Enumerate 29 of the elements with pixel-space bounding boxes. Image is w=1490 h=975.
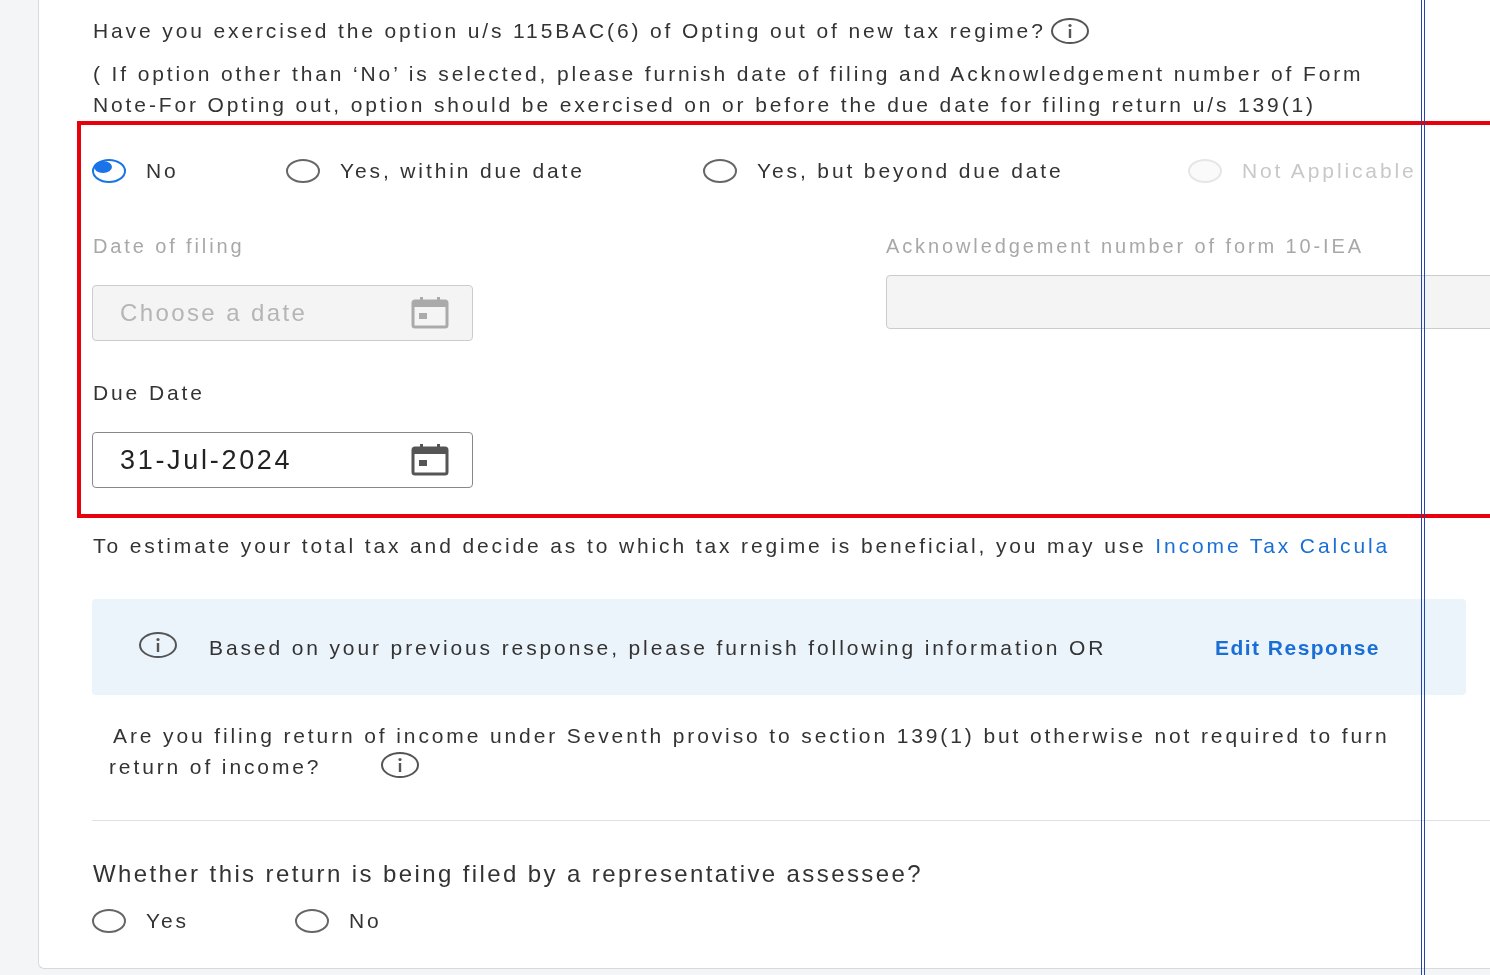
calculator-link[interactable]: Income Tax Calcula — [1155, 534, 1391, 557]
info-icon[interactable] — [380, 751, 420, 779]
radio-button[interactable] — [92, 158, 126, 183]
banner-text: Based on your previous response, please furnish following information OR — [209, 635, 1107, 661]
question-text: return of income? — [109, 754, 322, 780]
question-text: Whether this return is being filed by a representative assessee? — [93, 859, 923, 889]
radio-button[interactable] — [286, 158, 320, 183]
field-label: Due Date — [93, 380, 205, 406]
calendar-icon[interactable] — [410, 443, 450, 477]
info-icon[interactable] — [138, 631, 178, 659]
question-text: Have you exercised the option u/s 115BAC(6) of Opting out of new tax regime? — [93, 18, 1046, 44]
date-field[interactable]: 31-Jul-2024 — [92, 432, 473, 488]
date-field: Choose a date — [92, 285, 473, 341]
estimate-text: To estimate your total tax and decide as to which tax regime is beneficial, you may use — [93, 534, 1148, 557]
field-label: Acknowledgement number of form 10-IEA — [886, 234, 1364, 259]
radio-button[interactable] — [703, 158, 737, 183]
option-label: Yes, within due date — [340, 158, 585, 184]
question-text: Are you filing return of income under Seventh proviso to section 139(1) but otherwise not required to furn — [113, 723, 1390, 749]
note-text: Note-For Opting out, option should be exercised on or before the due date for filing return u/s 139(1) — [93, 92, 1316, 118]
radio-button[interactable] — [295, 908, 329, 933]
option-label: Yes, but beyond due date — [757, 158, 1064, 184]
radio-button[interactable] — [92, 908, 126, 933]
field-label: Date of filing — [93, 234, 245, 259]
note-text: ( If option other than ‘No’ is selected, please furnish date of filing and Acknowledgement number of Form — [93, 61, 1364, 87]
option-label: No — [146, 158, 179, 184]
edit-response-link[interactable]: Edit Response — [1215, 632, 1380, 664]
option-label: Yes — [146, 908, 189, 934]
info-icon[interactable] — [1049, 16, 1090, 45]
option-label: No — [349, 908, 382, 934]
